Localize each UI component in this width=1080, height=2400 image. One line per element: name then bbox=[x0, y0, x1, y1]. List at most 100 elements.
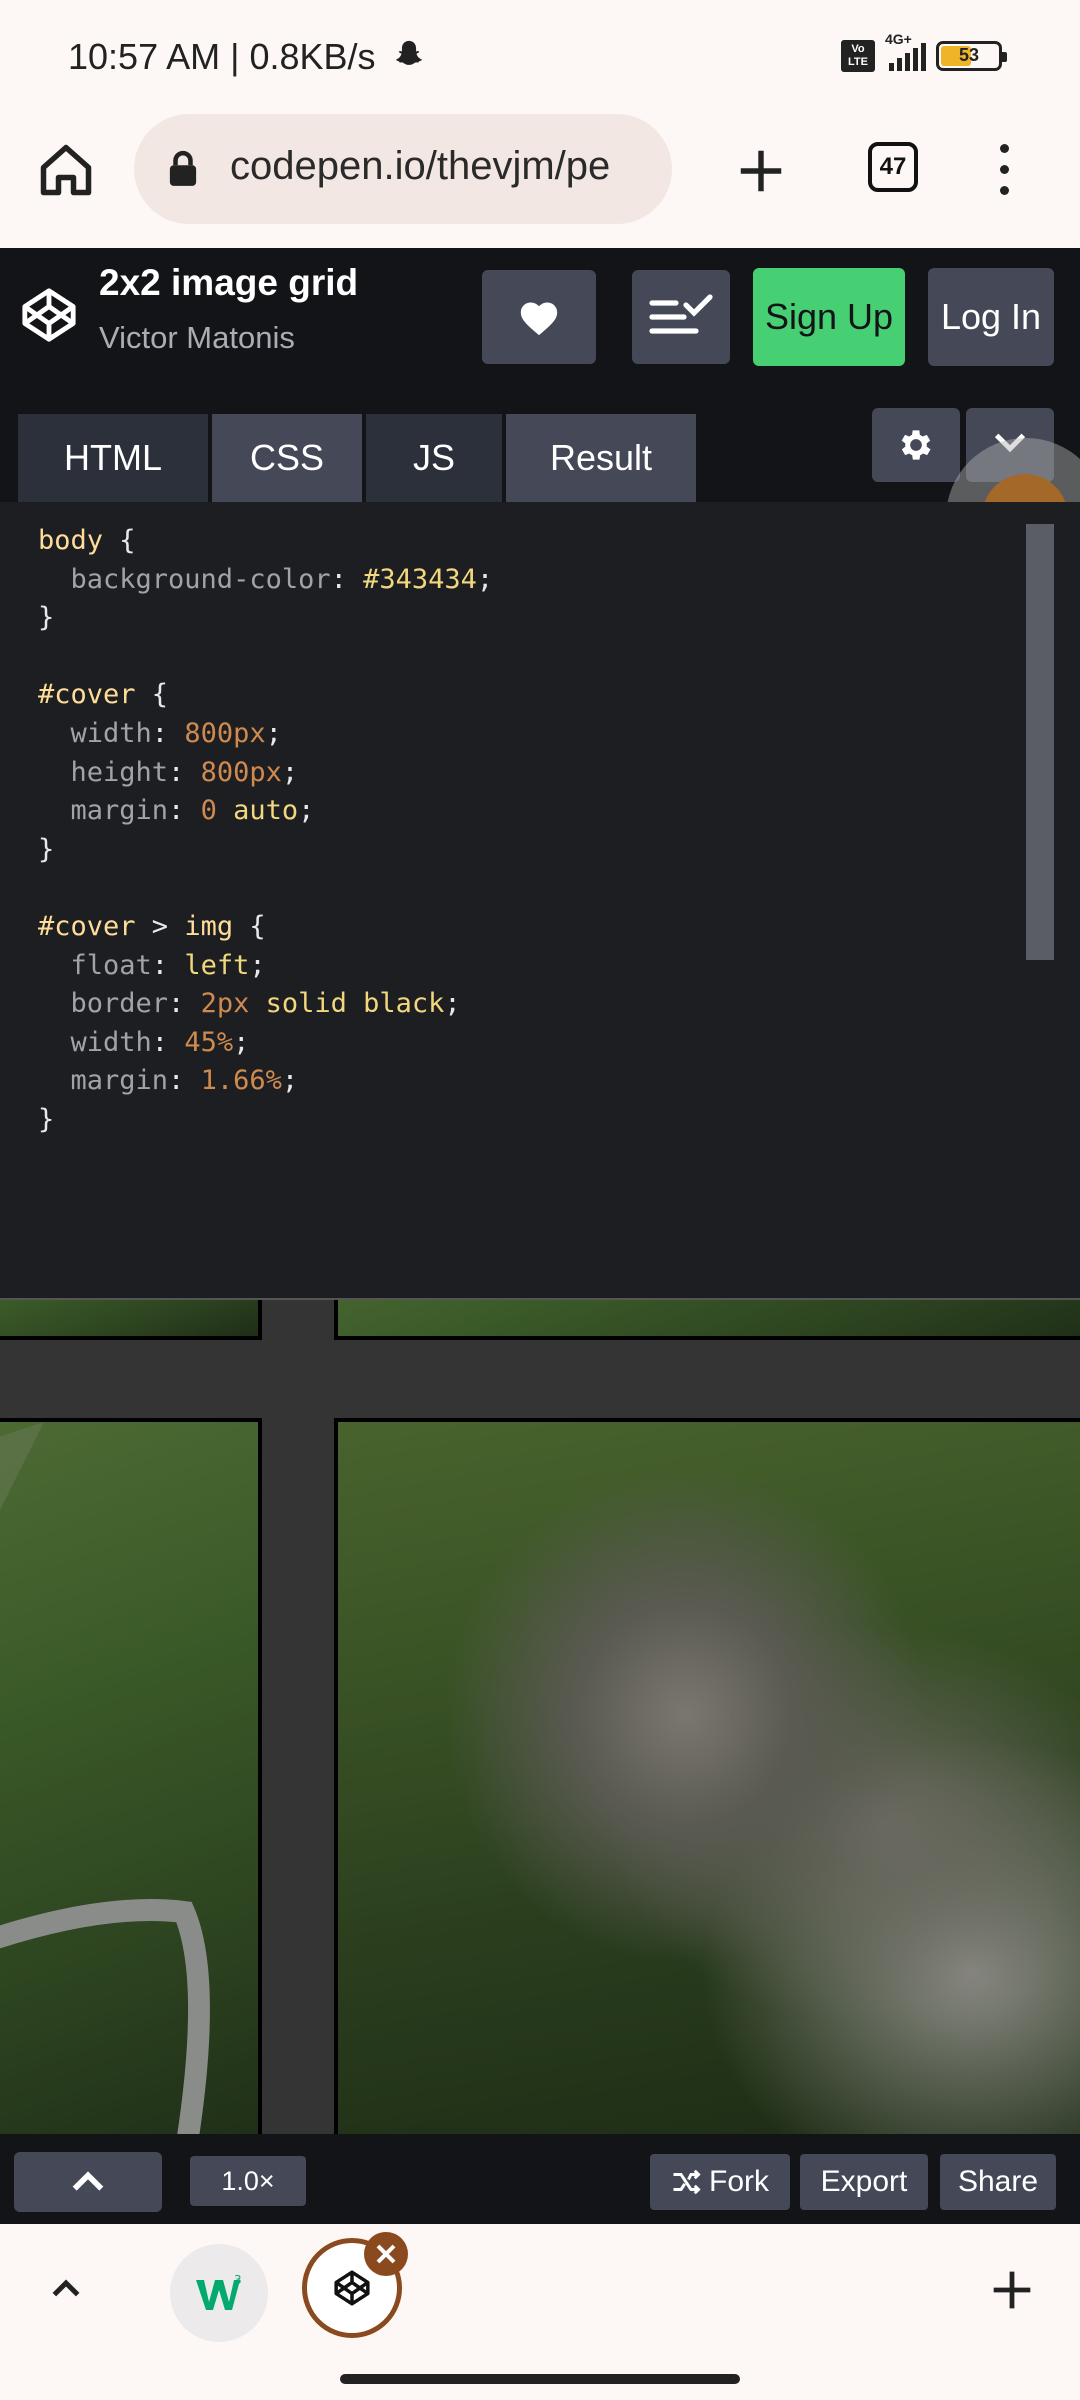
code-token: ; bbox=[233, 1026, 250, 1058]
code-token: border bbox=[38, 988, 169, 1020]
code-line: #cover { bbox=[38, 678, 168, 712]
status-bar: 10:57 AM | 0.8KB/s Vo LTE 4G+ 53 bbox=[0, 0, 1080, 110]
fork-button[interactable]: Fork bbox=[650, 2154, 790, 2210]
code-token: : bbox=[168, 756, 201, 788]
close-tab-button[interactable] bbox=[364, 2232, 408, 2276]
code-token: : bbox=[151, 718, 185, 749]
code-line: float: left; bbox=[38, 949, 266, 983]
code-token: 800px bbox=[184, 718, 266, 749]
code-token: body bbox=[38, 525, 104, 556]
code-token: } bbox=[38, 602, 55, 634]
code-token: width bbox=[38, 1026, 152, 1058]
volte-icon: Vo LTE bbox=[841, 40, 875, 72]
home-icon[interactable] bbox=[36, 140, 96, 200]
status-icons: Vo LTE 4G+ 53 bbox=[841, 31, 1007, 76]
tab-count-icon[interactable]: 47 bbox=[868, 142, 918, 192]
editor-tabs: HTML CSS JS Result bbox=[0, 390, 1080, 598]
battery-level: 53 bbox=[958, 45, 980, 65]
gear-icon bbox=[901, 430, 931, 460]
code-line: } bbox=[38, 833, 54, 867]
code-token: height bbox=[38, 756, 169, 788]
code-token: ; bbox=[298, 795, 315, 827]
tab-w3schools[interactable]: 3 bbox=[170, 2244, 268, 2342]
like-button[interactable] bbox=[482, 270, 596, 364]
code-token: : bbox=[168, 988, 201, 1020]
expand-console-button[interactable] bbox=[14, 2152, 162, 2212]
zoom-level-button[interactable]: 1.0× bbox=[190, 2156, 306, 2206]
code-token: ; bbox=[281, 1065, 299, 1097]
settings-button[interactable] bbox=[872, 408, 960, 482]
code-token: #343434 bbox=[363, 563, 477, 595]
pen-title: 2x2 image grid bbox=[99, 262, 359, 303]
code-token: { bbox=[135, 679, 169, 711]
url-bar[interactable]: codepen.io/thevjm/pe bbox=[134, 114, 672, 224]
code-token: } bbox=[38, 1104, 55, 1135]
code-token: ; bbox=[249, 949, 266, 981]
tab-js[interactable]: JS bbox=[366, 414, 502, 502]
code-line: background-color: #343434; bbox=[38, 563, 494, 597]
gesture-bar bbox=[340, 2374, 740, 2384]
codepen-header: 2x2 image grid Victor Matonis Sign Up Lo… bbox=[0, 248, 1080, 390]
code-line: height: 800px; bbox=[38, 756, 299, 790]
tab-result[interactable]: Result bbox=[506, 414, 696, 502]
change-view-button[interactable] bbox=[632, 270, 730, 364]
tab-css[interactable]: CSS bbox=[212, 414, 362, 502]
lock-icon bbox=[169, 150, 197, 186]
pen-author[interactable]: Victor Matonis bbox=[99, 320, 295, 356]
result-preview[interactable] bbox=[0, 1298, 1080, 2134]
code-token: float bbox=[38, 949, 152, 981]
code-token: : bbox=[330, 563, 364, 595]
grid-image-top-left bbox=[0, 1300, 262, 1340]
battery-icon: 53 bbox=[936, 41, 1007, 71]
code-token: #cover bbox=[38, 679, 136, 711]
grid-image-bottom-right bbox=[334, 1418, 1080, 2134]
road-graphic bbox=[0, 1422, 210, 2134]
code-token: margin bbox=[38, 795, 169, 827]
code-line: width: 800px; bbox=[38, 717, 282, 751]
code-token: : bbox=[168, 795, 201, 827]
code-token: ; bbox=[476, 563, 494, 595]
editor-scrollbar[interactable] bbox=[1026, 524, 1054, 960]
tab-html[interactable]: HTML bbox=[18, 414, 208, 502]
code-token: 800px bbox=[200, 756, 282, 788]
codepen-logo-icon[interactable] bbox=[20, 286, 78, 344]
share-button[interactable]: Share bbox=[940, 2154, 1056, 2210]
chevron-up-icon[interactable] bbox=[46, 2268, 86, 2308]
browser-tab-strip: 3 bbox=[0, 2224, 1080, 2362]
code-token: solid black bbox=[265, 988, 445, 1020]
plus-icon[interactable] bbox=[734, 144, 788, 198]
snapchat-icon bbox=[396, 40, 422, 65]
url-text: codepen.io/thevjm/pe bbox=[230, 144, 611, 188]
fork-label: Fork bbox=[709, 2165, 769, 2198]
code-token: 1.66% bbox=[200, 1065, 282, 1097]
code-line: margin: 1.66%; bbox=[38, 1064, 299, 1098]
css-code-editor[interactable]: body { background-color: #343434;} #cover… bbox=[0, 502, 1080, 1298]
code-token: img bbox=[184, 911, 234, 942]
code-token: : bbox=[151, 1026, 185, 1058]
code-token: ; bbox=[265, 718, 282, 749]
more-vert-icon[interactable] bbox=[994, 144, 1014, 204]
network-type: 4G+ bbox=[885, 31, 912, 47]
browser-toolbar: codepen.io/thevjm/pe 47 bbox=[0, 110, 1080, 248]
export-button[interactable]: Export bbox=[800, 2154, 928, 2210]
code-token: 0 bbox=[200, 795, 217, 827]
code-token: { bbox=[233, 911, 266, 942]
code-token: auto bbox=[233, 795, 299, 827]
code-token: : bbox=[151, 949, 185, 981]
code-token: left bbox=[184, 949, 250, 981]
log-in-button[interactable]: Log In bbox=[928, 268, 1054, 366]
fork-icon bbox=[673, 2169, 701, 2195]
signal-icon: 4G+ bbox=[885, 31, 926, 71]
layout-icon bbox=[649, 294, 713, 334]
plus-icon[interactable] bbox=[990, 2268, 1034, 2312]
svg-text:3: 3 bbox=[234, 2273, 242, 2287]
code-line: border: 2px solid black; bbox=[38, 987, 461, 1021]
code-token: : bbox=[168, 1065, 201, 1097]
sign-up-button[interactable]: Sign Up bbox=[753, 268, 905, 366]
code-token: > bbox=[135, 911, 185, 942]
code-token: 45% bbox=[184, 1026, 234, 1058]
close-icon bbox=[376, 2244, 396, 2264]
w3schools-icon: 3 bbox=[196, 2273, 242, 2310]
